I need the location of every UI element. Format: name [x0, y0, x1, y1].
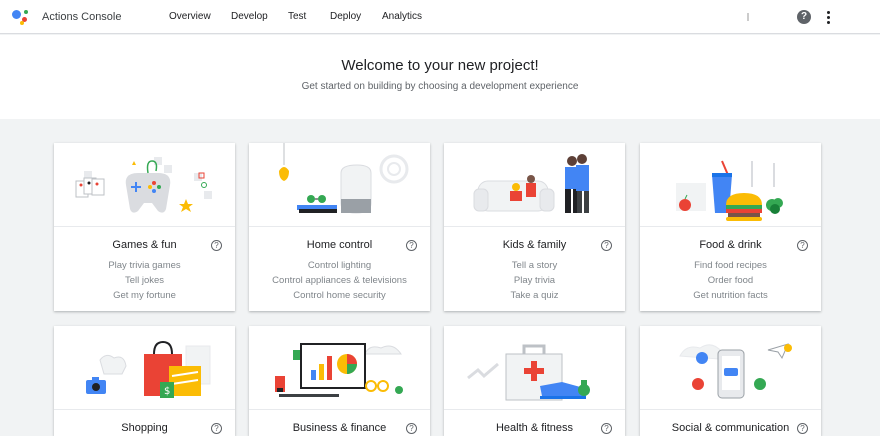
category-card-home-control[interactable]: Home control ? Control lighting Control … [249, 143, 430, 311]
more-vert-icon[interactable] [822, 10, 834, 25]
help-icon[interactable]: ? [797, 423, 808, 434]
welcome-subtitle: Get started on building by choosing a de… [301, 81, 579, 92]
category-card-business-finance[interactable]: Business & finance ? [249, 326, 430, 436]
help-icon[interactable]: ? [601, 240, 612, 251]
smart-speaker-icon [249, 143, 430, 227]
category-card-social-communication[interactable]: Social & communication ? [640, 326, 821, 436]
help-icon[interactable]: ? [406, 240, 417, 251]
welcome-banner: Welcome to your new project! Get started… [0, 35, 880, 119]
family-icon [444, 143, 625, 227]
shopping-bags-icon: $ [54, 326, 235, 410]
card-title: Health & fitness [495, 422, 574, 434]
example-text: Take a quiz [510, 290, 559, 301]
category-card-health-fitness[interactable]: Health & fitness ? [444, 326, 625, 436]
category-card-shopping[interactable]: $ Shopping ? [54, 326, 235, 436]
category-card-games[interactable]: Games & fun ? Play trivia games Tell jok… [54, 143, 235, 311]
nav-develop[interactable]: Develop [231, 11, 268, 22]
example-text: Find food recipes [694, 260, 767, 271]
first-aid-icon [444, 326, 625, 410]
nav-test[interactable]: Test [288, 11, 306, 22]
example-text: Control home security [293, 290, 386, 301]
example-text: Control appliances & televisions [272, 275, 407, 286]
chart-monitor-icon [249, 326, 430, 410]
card-title: Games & fun [112, 239, 177, 251]
card-title: Home control [306, 239, 373, 251]
burger-drink-icon [640, 143, 821, 227]
example-text: Tell a story [511, 260, 558, 271]
game-controller-icon [54, 143, 235, 227]
card-title: Business & finance [292, 422, 387, 434]
example-text: Get my fortune [113, 290, 176, 301]
card-title: Shopping [121, 422, 168, 434]
help-icon[interactable]: ? [601, 423, 612, 434]
welcome-title: Welcome to your new project! [341, 57, 539, 74]
example-text: Order food [707, 275, 754, 286]
example-text: Play trivia [513, 275, 556, 286]
nav-overview[interactable]: Overview [169, 11, 211, 22]
card-title: Kids & family [502, 239, 567, 251]
assistant-logo-icon[interactable] [12, 9, 30, 25]
faint-divider-icon [747, 13, 749, 21]
card-title: Social & communication [671, 422, 790, 434]
nav-deploy[interactable]: Deploy [330, 11, 361, 22]
svg-text:$: $ [164, 386, 170, 397]
example-text: Play trivia games [108, 260, 181, 271]
card-title: Food & drink [699, 239, 762, 251]
phone-chat-icon [640, 326, 821, 410]
help-icon[interactable]: ? [797, 10, 811, 24]
category-card-kids-family[interactable]: Kids & family ? Tell a story Play trivia… [444, 143, 625, 311]
help-icon[interactable]: ? [211, 423, 222, 434]
help-icon[interactable]: ? [797, 240, 808, 251]
category-card-food-drink[interactable]: Food & drink ? Find food recipes Order f… [640, 143, 821, 311]
example-text: Tell jokes [124, 275, 165, 286]
example-text: Get nutrition facts [693, 290, 768, 301]
help-icon[interactable]: ? [406, 423, 417, 434]
app-title[interactable]: Actions Console [42, 11, 122, 23]
top-bar: Actions Console Overview Develop Test De… [0, 0, 880, 34]
nav-analytics[interactable]: Analytics [382, 11, 422, 22]
example-text: Control lighting [307, 260, 372, 271]
help-icon[interactable]: ? [211, 240, 222, 251]
